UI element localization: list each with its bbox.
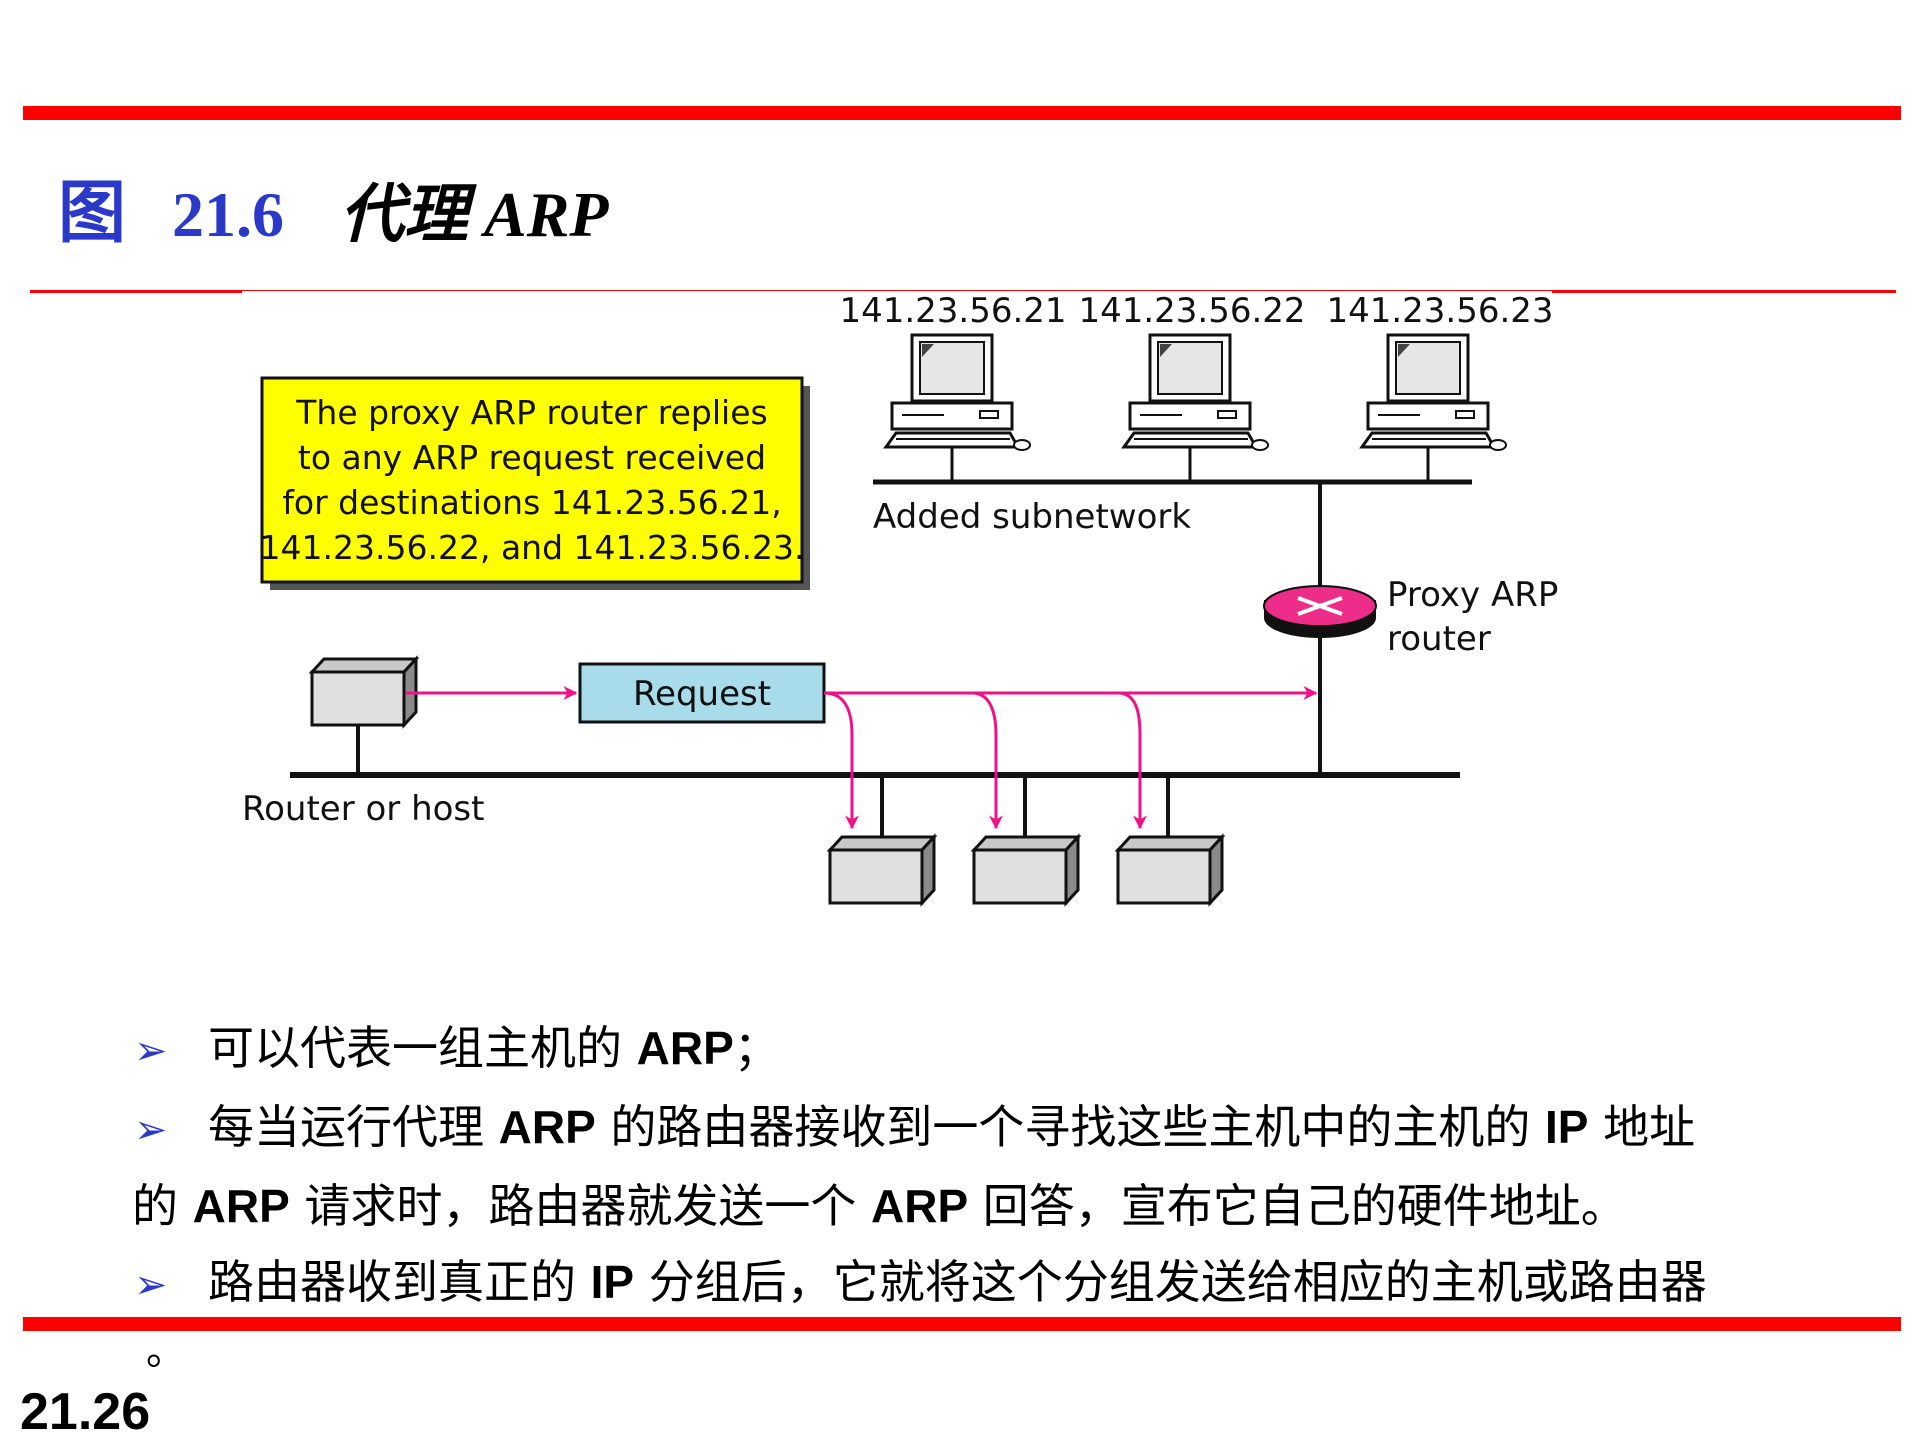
arrow-bullet-icon: ➢ xyxy=(134,1107,168,1153)
computer-icon xyxy=(883,333,1031,480)
bullet-text: 路由器收到真正的 xyxy=(208,1255,591,1309)
bottom-red-rule xyxy=(23,1317,1901,1331)
note-line: for destinations 141.23.56.21, xyxy=(282,483,781,522)
bullet-text: ARP xyxy=(871,1180,969,1232)
bullet-text: 分组后，它就将这个分组发送给相应的主机或路由器 xyxy=(634,1255,1707,1309)
bullet-list: ➢ 可以代表一组主机的 ARP； ➢ 每当运行代理 ARP 的路由器接收到一个寻找这… xyxy=(132,1010,1814,1323)
page-number: 21.26 xyxy=(20,1383,151,1441)
bullet-text: ARP xyxy=(498,1101,596,1153)
broadcast-arrow xyxy=(1117,691,1147,830)
bullet-text: 可以代表一组主机的 xyxy=(208,1021,637,1075)
host-box-icon xyxy=(826,833,938,907)
bullet-text: 回答，宣布它自己的硬件地址。 xyxy=(968,1179,1627,1233)
bullet-item: ➢ 可以代表一组主机的 ARP； xyxy=(134,1010,1814,1089)
bullet-text: IP xyxy=(590,1256,635,1308)
bullet-item-continued: 的 ARP 请求时，路由器就发送一个 ARP 回答，宣布它自己的硬件地址。 xyxy=(132,1168,1814,1244)
computer-icon xyxy=(1121,333,1269,480)
request-label: Request xyxy=(633,674,771,714)
bullet-text: 请求时，路由器就发送一个 xyxy=(289,1179,871,1233)
router-label: router xyxy=(1387,619,1491,659)
source-label: Router or host xyxy=(242,789,484,829)
bullet-item: ➢ 每当运行代理 ARP 的路由器接收到一个寻找这些主机中的主机的 IP 地址 xyxy=(134,1089,1814,1168)
bullet-text: ARP xyxy=(192,1180,290,1232)
bullet-text: ARP xyxy=(636,1022,734,1074)
bullet-text: 的 xyxy=(132,1179,193,1233)
arrow-bullet-icon: ➢ xyxy=(134,1028,168,1074)
host-box-icon xyxy=(308,655,420,729)
router-label: Proxy ARP xyxy=(1387,575,1558,615)
bullet-text: 的路由器接收到一个寻找这些主机中的主机的 xyxy=(595,1100,1545,1154)
router-icon xyxy=(1263,585,1377,638)
note-line: 141.23.56.22, and 141.23.56.23. xyxy=(260,528,805,567)
bullet-trailing-punctuation: 。 xyxy=(146,1328,186,1374)
note-line: The proxy ARP router replies xyxy=(295,393,767,432)
host-ip-label: 141.23.56.22 xyxy=(1078,291,1305,331)
host-box-icon xyxy=(970,833,1082,907)
arrow-bullet-icon: ➢ xyxy=(134,1262,168,1308)
note-line: to any ARP request received xyxy=(298,438,766,477)
host-box-icon xyxy=(1114,833,1226,907)
bullet-text: 地址 xyxy=(1588,1100,1696,1154)
bullet-text: IP xyxy=(1545,1101,1589,1153)
host-ip-label: 141.23.56.23 xyxy=(1326,291,1553,331)
bullet-text: 每当运行代理 xyxy=(208,1100,499,1154)
added-subnetwork-label: Added subnetwork xyxy=(873,497,1191,537)
broadcast-arrow xyxy=(823,691,859,830)
bullet-text: ； xyxy=(733,1021,780,1075)
computer-icon xyxy=(1359,333,1507,480)
broadcast-arrow xyxy=(971,691,1003,830)
bullet-item: ➢ 路由器收到真正的 IP 分组后，它就将这个分组发送给相应的主机或路由器 xyxy=(134,1244,1814,1323)
host-ip-label: 141.23.56.21 xyxy=(839,291,1066,331)
